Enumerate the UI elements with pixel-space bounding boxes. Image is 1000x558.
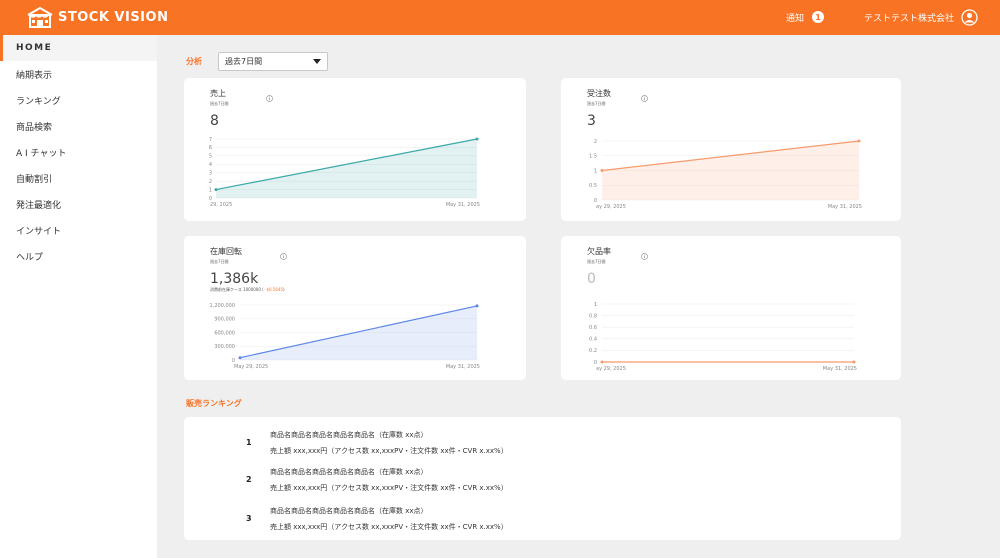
y-tick-label: 0 xyxy=(594,198,597,204)
orders-card: 受注数 過去7日間 3 0 0.5 1 1.5 2 ay 29, 2025 May 31, … xyxy=(561,78,901,221)
ranking-product-name: 商品名商品名商品名商品名商品名（在庫数 xx点） xyxy=(270,507,428,515)
y-tick-label: 0.4 xyxy=(589,337,597,343)
ranking-product-stats: 売上額 xxx,xxx円（アクセス数 xx,xxxPV・注文件数 xx件・CVR… xyxy=(270,447,508,455)
ranking-title: 販売ランキング xyxy=(186,399,242,408)
account-name: テストテスト株式会社 xyxy=(864,13,955,24)
data-point xyxy=(475,304,479,308)
y-tick-label: 0.6 xyxy=(589,325,597,331)
y-tick-label: 5 xyxy=(209,154,212,160)
stockout-rate-card: 欠品率 過去7日間 0 0 0.2 0.4 0.6 0.8 1 ay 29, 2025 May… xyxy=(561,236,901,380)
data-point xyxy=(600,360,604,364)
period-filter: 分析 過去7日間 xyxy=(186,52,328,71)
series-area xyxy=(216,139,477,198)
ranking-product-stats: 売上額 xxx,xxx円（アクセス数 xx,xxxPV・注文件数 xx件・CVR… xyxy=(270,484,508,492)
x-tick-label: May 29, 2025 xyxy=(234,364,268,370)
series-area xyxy=(602,141,859,200)
ranking-product-stats: 売上額 xxx,xxx円（アクセス数 xx,xxxPV・注文件数 xx件・CVR… xyxy=(270,523,508,531)
sidebar-item-order-optimization[interactable]: 発注最適化 xyxy=(0,191,157,217)
sidebar-item-product-search[interactable]: 商品検索 xyxy=(0,113,157,139)
period-select-value: 過去7日間 xyxy=(225,57,263,66)
ranking-item[interactable]: 3 商品名商品名商品名商品名商品名（在庫数 xx点） 売上額 xxx,xxx円（… xyxy=(184,503,901,535)
x-tick-label: May 31, 2025 xyxy=(828,204,862,210)
data-point xyxy=(600,169,604,172)
y-tick-label: 0.8 xyxy=(589,313,597,319)
sidebar-item-home[interactable]: HOME xyxy=(0,35,157,61)
y-tick-label: 0.5 xyxy=(589,183,597,189)
y-tick-label: 0 xyxy=(594,360,597,366)
sidebar-item-auto-discount[interactable]: 自動割引 xyxy=(0,165,157,191)
y-tick-label: 0 xyxy=(209,196,212,202)
sidebar: HOME 納期表示 ランキング 商品検索 A I チャット 自動割引 発注最適化… xyxy=(0,35,157,558)
stockout-rate-chart: 0 0.2 0.4 0.6 0.8 1 ay 29, 2025 May 31, 2025 xyxy=(589,302,857,372)
x-tick-label: May 31, 2025 xyxy=(446,364,480,370)
y-tick-label: 1 xyxy=(209,187,212,193)
ranking-number: 3 xyxy=(246,514,252,523)
x-tick-label: May 31, 2025 xyxy=(446,202,480,208)
sales-chart: 0 1 2 3 4 5 6 7 29, 2025 May 31, 2025 xyxy=(209,137,480,208)
brand-name[interactable]: STOCK VISION xyxy=(58,10,168,25)
y-tick-label: 1.5 xyxy=(589,154,597,160)
ranking-number: 2 xyxy=(246,475,252,484)
y-tick-label: 300,000 xyxy=(214,344,235,350)
data-point xyxy=(857,139,861,143)
notification-label: 通知 xyxy=(786,13,805,24)
y-tick-label: 1,200,000 xyxy=(210,303,235,309)
user-avatar-icon xyxy=(961,8,978,26)
account-menu[interactable]: テストテスト株式会社 xyxy=(864,7,978,27)
sidebar-item-help[interactable]: ヘルプ xyxy=(0,243,157,269)
inventory-turnover-chart: 0 300,000 600,000 900,000 1,200,000 May 29, 2… xyxy=(210,303,480,370)
filter-label: 分析 xyxy=(186,57,202,66)
y-tick-label: 4 xyxy=(209,162,212,168)
period-select[interactable]: 過去7日間 xyxy=(218,52,328,71)
y-tick-label: 0.2 xyxy=(589,348,597,354)
ranking-item[interactable]: 1 商品名商品名商品名商品名商品名（在庫数 xx点） 売上額 xxx,xxx円（… xyxy=(184,427,901,459)
ranking-number: 1 xyxy=(246,438,252,447)
ranking-list: 1 商品名商品名商品名商品名商品名（在庫数 xx点） 売上額 xxx,xxx円（… xyxy=(184,417,901,540)
ranking-product-name: 商品名商品名商品名商品名商品名（在庫数 xx点） xyxy=(270,468,428,476)
main-content: 分析 過去7日間 売上 過去7日間 8 0 1 2 3 4 5 6 7 29, 2025 May … xyxy=(157,35,1000,558)
y-tick-label: 6 xyxy=(209,145,212,151)
sidebar-item-ai-chat[interactable]: A I チャット xyxy=(0,139,157,165)
x-tick-label: ay 29, 2025 xyxy=(596,204,626,210)
x-tick-label: May 31, 2025 xyxy=(823,366,857,372)
y-tick-label: 2 xyxy=(209,179,212,185)
y-tick-label: 3 xyxy=(209,171,212,177)
data-point xyxy=(238,356,242,360)
sidebar-item-ranking[interactable]: ランキング xyxy=(0,87,157,113)
x-tick-label: ay 29, 2025 xyxy=(596,366,626,372)
data-point xyxy=(475,137,479,141)
ranking-item[interactable]: 2 商品名商品名商品名商品名商品名（在庫数 xx点） 売上額 xxx,xxx円（… xyxy=(184,464,901,496)
y-tick-label: 0 xyxy=(232,358,235,364)
data-point xyxy=(214,188,218,192)
y-tick-label: 1 xyxy=(594,302,597,308)
sales-card: 売上 過去7日間 8 0 1 2 3 4 5 6 7 29, 2025 May 31, 2025 xyxy=(184,78,526,221)
notification-count-badge: 1 xyxy=(812,11,825,23)
y-tick-label: 1 xyxy=(594,168,597,174)
shop-logo-icon[interactable] xyxy=(26,6,54,29)
x-tick-label: 29, 2025 xyxy=(210,202,232,208)
inventory-turnover-card: 在庫回転 過去7日間 1,386k 消費前在庫ケース 1000000 (- $0… xyxy=(184,236,526,380)
top-header: STOCK VISION 通知 1 テストテスト株式会社 xyxy=(0,0,1000,35)
y-tick-label: 7 xyxy=(209,137,212,143)
chevron-down-icon xyxy=(313,59,321,64)
data-point xyxy=(852,360,856,364)
ranking-product-name: 商品名商品名商品名商品名商品名（在庫数 xx点） xyxy=(270,431,428,439)
y-tick-label: 600,000 xyxy=(214,330,235,336)
y-tick-label: 2 xyxy=(594,139,597,145)
notification-button[interactable]: 通知 1 xyxy=(786,7,825,27)
sidebar-item-insight[interactable]: インサイト xyxy=(0,217,157,243)
y-tick-label: 900,000 xyxy=(214,317,235,323)
sidebar-item-delivery[interactable]: 納期表示 xyxy=(0,61,157,87)
orders-chart: 0 0.5 1 1.5 2 ay 29, 2025 May 31, 2025 xyxy=(589,139,862,210)
